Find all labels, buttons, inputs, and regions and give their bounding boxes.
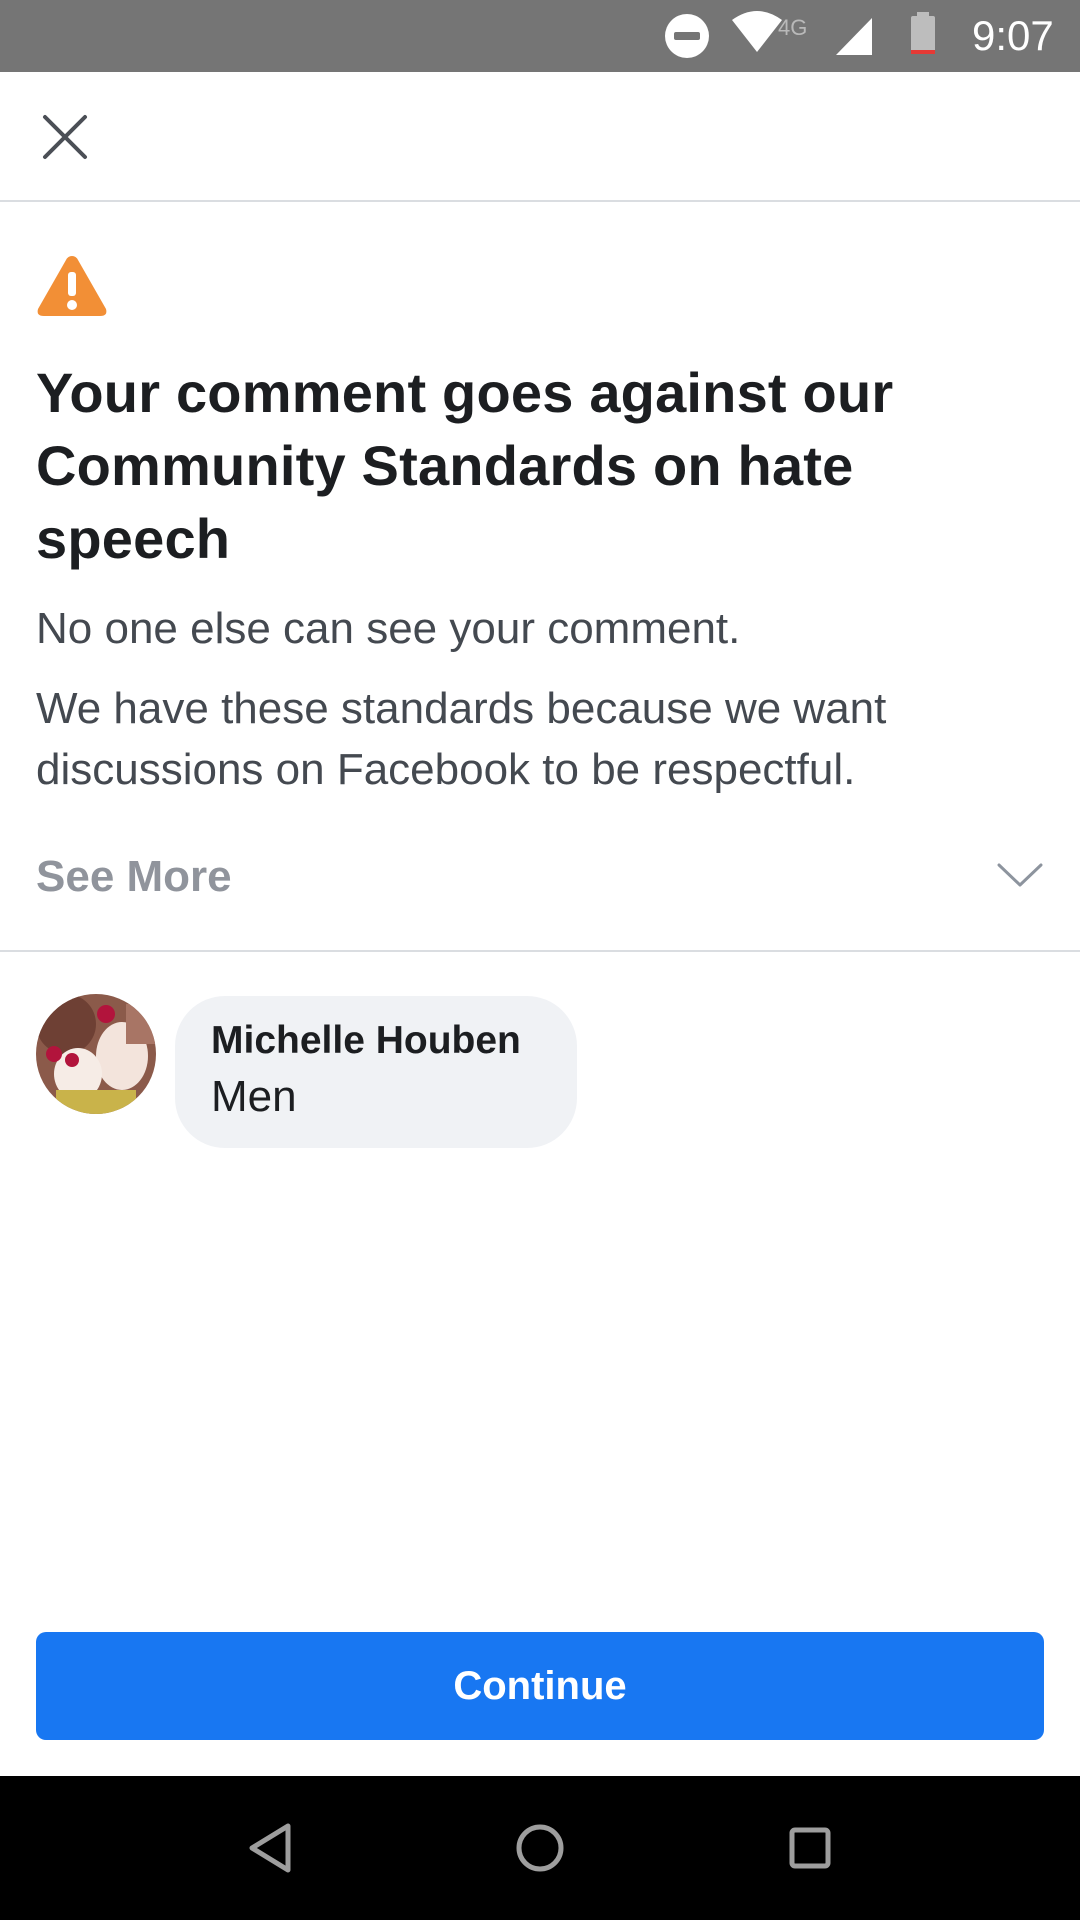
network-type-label: 4G (778, 15, 807, 40)
home-icon (516, 1824, 564, 1872)
notice-visibility-text: No one else can see your comment. (36, 604, 741, 653)
warning-icon (37, 256, 107, 316)
back-icon (249, 1823, 291, 1873)
close-button[interactable] (30, 102, 100, 172)
comment-text: Men (211, 1072, 297, 1121)
home-button[interactable] (460, 1776, 620, 1920)
continue-button[interactable]: Continue (36, 1632, 1044, 1740)
see-more-toggle[interactable]: See More (0, 822, 1080, 952)
notice-explanation-text: We have these standards because we want … (36, 684, 887, 794)
avatar[interactable] (36, 994, 156, 1114)
chevron-down-icon (997, 863, 1043, 887)
status-time: 9:07 (972, 12, 1054, 59)
close-icon (43, 115, 87, 159)
notice-title: Your comment goes against our Community … (36, 361, 894, 570)
back-button[interactable] (190, 1776, 350, 1920)
do-not-disturb-icon (665, 14, 709, 58)
system-nav-bar (0, 1776, 1080, 1920)
comment-author[interactable]: Michelle Houben (211, 1018, 541, 1064)
cellular-signal-icon (836, 18, 872, 55)
header-bar (0, 72, 1080, 202)
battery-icon (911, 12, 935, 54)
status-bar: 4G 9:07 (0, 0, 1080, 72)
comment-bubble[interactable]: Michelle Houben Men (175, 996, 577, 1148)
avatar-image (36, 994, 156, 1114)
see-more-label: See More (36, 852, 232, 901)
recents-icon (789, 1827, 831, 1869)
recents-button[interactable] (730, 1776, 890, 1920)
wifi-icon (732, 11, 782, 52)
